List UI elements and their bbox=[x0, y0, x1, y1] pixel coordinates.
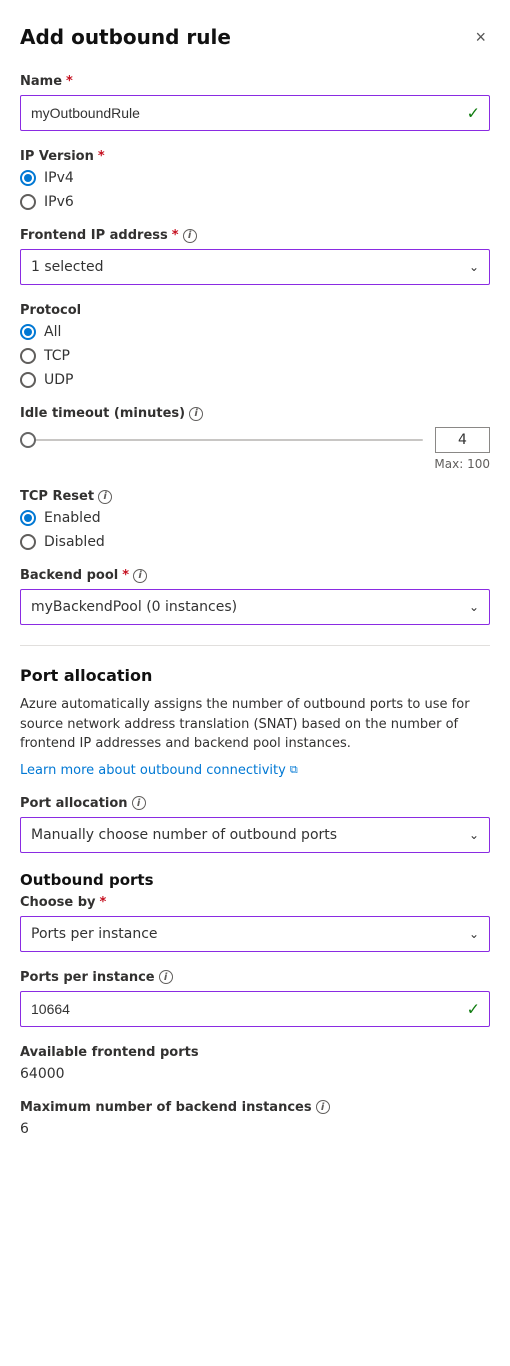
protocol-udp-radio bbox=[20, 372, 36, 388]
protocol-udp-option[interactable]: UDP bbox=[20, 372, 490, 388]
ip-version-label: IP Version * bbox=[20, 149, 490, 164]
ip-version-radio-group: IPv4 IPv6 bbox=[20, 170, 490, 210]
port-allocation-section: Port allocation Azure automatically assi… bbox=[20, 666, 490, 778]
choose-by-dropdown[interactable]: Ports per instance ⌄ bbox=[20, 916, 490, 952]
ports-per-instance-input[interactable] bbox=[20, 991, 490, 1027]
name-label: Name * bbox=[20, 74, 490, 89]
idle-timeout-slider-track bbox=[20, 439, 423, 441]
protocol-tcp-radio bbox=[20, 348, 36, 364]
protocol-udp-label: UDP bbox=[44, 372, 73, 388]
port-allocation-info-icon[interactable]: i bbox=[132, 796, 146, 810]
idle-timeout-field-group: Idle timeout (minutes) i 4 Max: 100 bbox=[20, 406, 490, 471]
max-backend-instances-value: 6 bbox=[20, 1121, 490, 1137]
ip-version-field-group: IP Version * IPv4 IPv6 bbox=[20, 149, 490, 210]
tcp-reset-radio-group: Enabled Disabled bbox=[20, 510, 490, 550]
ipv4-label: IPv4 bbox=[44, 170, 74, 186]
tcp-reset-disabled-label: Disabled bbox=[44, 534, 105, 550]
ipv4-radio-circle bbox=[20, 170, 36, 186]
outbound-ports-section: Outbound ports Choose by * Ports per ins… bbox=[20, 871, 490, 952]
tcp-reset-info-icon[interactable]: i bbox=[98, 490, 112, 504]
name-input[interactable] bbox=[20, 95, 490, 131]
port-allocation-arrow-icon: ⌄ bbox=[469, 828, 479, 842]
ports-per-instance-info-icon[interactable]: i bbox=[159, 970, 173, 984]
name-check-icon: ✓ bbox=[467, 104, 480, 123]
ipv6-radio-circle bbox=[20, 194, 36, 210]
frontend-ip-value: 1 selected bbox=[31, 259, 103, 275]
idle-timeout-label: Idle timeout (minutes) i bbox=[20, 406, 490, 421]
frontend-ip-required: * bbox=[172, 228, 179, 243]
tcp-reset-disabled-radio bbox=[20, 534, 36, 550]
ports-per-instance-input-wrapper: ✓ bbox=[20, 991, 490, 1027]
backend-pool-label: Backend pool * i bbox=[20, 568, 490, 583]
available-frontend-ports-value: 64000 bbox=[20, 1066, 490, 1082]
port-allocation-description: Azure automatically assigns the number o… bbox=[20, 695, 490, 754]
ip-version-required: * bbox=[98, 149, 105, 164]
choose-by-value: Ports per instance bbox=[31, 926, 158, 942]
frontend-ip-field-group: Frontend IP address * i 1 selected ⌄ bbox=[20, 228, 490, 285]
ports-per-instance-check-icon: ✓ bbox=[467, 999, 480, 1018]
protocol-field-group: Protocol All TCP UDP bbox=[20, 303, 490, 388]
tcp-reset-label: TCP Reset i bbox=[20, 489, 490, 504]
idle-timeout-slider-thumb[interactable] bbox=[20, 432, 36, 448]
ip-version-ipv6-option[interactable]: IPv6 bbox=[20, 194, 490, 210]
idle-timeout-slider-container: 4 bbox=[20, 427, 490, 453]
backend-pool-required: * bbox=[122, 568, 129, 583]
divider-1 bbox=[20, 645, 490, 646]
tcp-reset-enabled-radio bbox=[20, 510, 36, 526]
tcp-reset-field-group: TCP Reset i Enabled Disabled bbox=[20, 489, 490, 550]
port-allocation-value: Manually choose number of outbound ports bbox=[31, 827, 337, 843]
ports-per-instance-field-group: Ports per instance i ✓ bbox=[20, 970, 490, 1027]
max-backend-instances-label: Maximum number of backend instances i bbox=[20, 1100, 490, 1115]
idle-timeout-value-box[interactable]: 4 bbox=[435, 427, 490, 453]
learn-more-link[interactable]: Learn more about outbound connectivity ⧉ bbox=[20, 763, 298, 778]
idle-timeout-info-icon[interactable]: i bbox=[189, 407, 203, 421]
name-field-group: Name * ✓ bbox=[20, 74, 490, 131]
protocol-radio-group: All TCP UDP bbox=[20, 324, 490, 388]
protocol-all-label: All bbox=[44, 324, 61, 340]
name-input-wrapper: ✓ bbox=[20, 95, 490, 131]
tcp-reset-enabled-option[interactable]: Enabled bbox=[20, 510, 490, 526]
port-allocation-dropdown-group: Port allocation i Manually choose number… bbox=[20, 796, 490, 853]
panel-header: Add outbound rule × bbox=[20, 24, 490, 50]
ports-per-instance-label: Ports per instance i bbox=[20, 970, 490, 985]
idle-timeout-max-label: Max: 100 bbox=[20, 457, 490, 471]
backend-pool-info-icon[interactable]: i bbox=[133, 569, 147, 583]
port-allocation-title: Port allocation bbox=[20, 666, 490, 685]
outbound-ports-title: Outbound ports bbox=[20, 871, 490, 889]
frontend-ip-dropdown[interactable]: 1 selected ⌄ bbox=[20, 249, 490, 285]
port-allocation-dropdown-label: Port allocation i bbox=[20, 796, 490, 811]
close-button[interactable]: × bbox=[471, 24, 490, 50]
protocol-tcp-label: TCP bbox=[44, 348, 70, 364]
backend-pool-value: myBackendPool (0 instances) bbox=[31, 599, 237, 615]
choose-by-required: * bbox=[100, 895, 107, 910]
name-required: * bbox=[66, 74, 73, 89]
protocol-tcp-option[interactable]: TCP bbox=[20, 348, 490, 364]
frontend-ip-label: Frontend IP address * i bbox=[20, 228, 490, 243]
choose-by-arrow-icon: ⌄ bbox=[469, 927, 479, 941]
available-frontend-ports-label: Available frontend ports bbox=[20, 1045, 490, 1060]
backend-pool-dropdown[interactable]: myBackendPool (0 instances) ⌄ bbox=[20, 589, 490, 625]
frontend-ip-info-icon[interactable]: i bbox=[183, 229, 197, 243]
idle-timeout-slider-wrapper bbox=[20, 439, 423, 441]
backend-pool-field-group: Backend pool * i myBackendPool (0 instan… bbox=[20, 568, 490, 625]
ipv6-label: IPv6 bbox=[44, 194, 74, 210]
frontend-ip-arrow-icon: ⌄ bbox=[469, 260, 479, 274]
available-frontend-ports-group: Available frontend ports 64000 bbox=[20, 1045, 490, 1082]
tcp-reset-disabled-option[interactable]: Disabled bbox=[20, 534, 490, 550]
external-link-icon: ⧉ bbox=[290, 763, 298, 777]
ip-version-ipv4-option[interactable]: IPv4 bbox=[20, 170, 490, 186]
choose-by-label: Choose by * bbox=[20, 895, 490, 910]
max-backend-instances-group: Maximum number of backend instances i 6 bbox=[20, 1100, 490, 1137]
tcp-reset-enabled-label: Enabled bbox=[44, 510, 101, 526]
protocol-all-option[interactable]: All bbox=[20, 324, 490, 340]
panel-title: Add outbound rule bbox=[20, 25, 231, 49]
protocol-all-radio bbox=[20, 324, 36, 340]
port-allocation-dropdown[interactable]: Manually choose number of outbound ports… bbox=[20, 817, 490, 853]
protocol-label: Protocol bbox=[20, 303, 490, 318]
backend-pool-arrow-icon: ⌄ bbox=[469, 600, 479, 614]
max-backend-instances-info-icon[interactable]: i bbox=[316, 1100, 330, 1114]
